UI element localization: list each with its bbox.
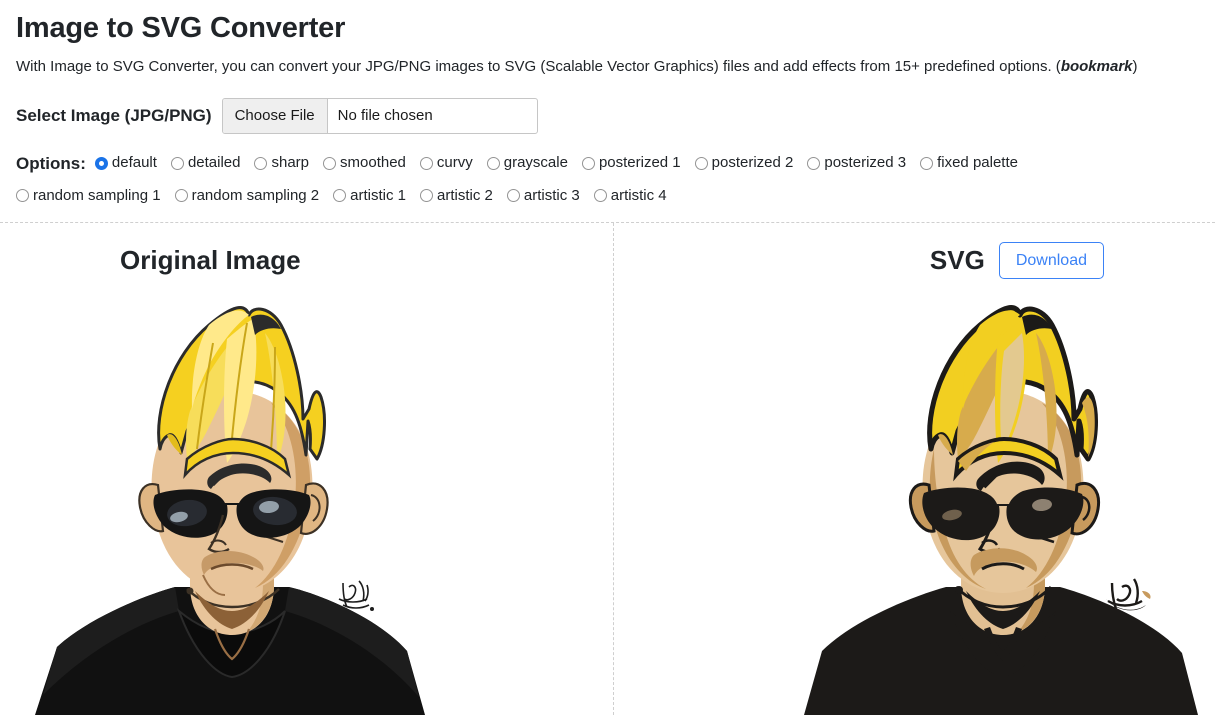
option-label: detailed (187, 154, 241, 172)
radio-icon[interactable] (506, 189, 520, 203)
radio-icon[interactable] (333, 189, 347, 203)
radio-icon[interactable] (420, 189, 434, 203)
comparison-panels: Original Image SVG Download (0, 222, 1215, 715)
option-artistic-4[interactable]: artistic 4 (593, 184, 667, 208)
option-label: smoothed (340, 154, 406, 172)
option-label: posterized 3 (824, 154, 907, 172)
option-label: artistic 2 (437, 186, 493, 204)
download-button[interactable]: Download (998, 242, 1104, 280)
option-label: curvy (436, 154, 473, 172)
option-posterized-1[interactable]: posterized 1 (581, 151, 681, 175)
radio-icon[interactable] (94, 156, 108, 170)
page-description-prefix: With Image to SVG Converter, you can con… (16, 57, 1061, 75)
option-label: posterized 1 (598, 154, 681, 172)
option-sharp[interactable]: sharp (254, 151, 309, 175)
original-image-artwork (27, 298, 433, 715)
option-label: artistic 4 (610, 186, 667, 204)
option-random-sampling-1[interactable]: random sampling 1 (16, 184, 161, 208)
bookmark-link[interactable]: bookmark (1061, 58, 1133, 75)
file-select-label: Select Image (JPG/PNG) (16, 105, 212, 125)
radio-icon[interactable] (593, 189, 607, 203)
options-row-2: random sampling 1 random sampling 2 arti… (16, 184, 1199, 208)
radio-icon[interactable] (486, 156, 500, 170)
page-title: Image to SVG Converter (16, 12, 346, 44)
option-artistic-1[interactable]: artistic 1 (333, 184, 406, 208)
radio-icon[interactable] (170, 156, 184, 170)
radio-icon[interactable] (419, 156, 433, 170)
radio-icon[interactable] (694, 156, 708, 170)
options-label: Options: (16, 153, 86, 173)
option-posterized-3[interactable]: posterized 3 (807, 151, 906, 175)
options-section: Options: default detailed sharp smoothed… (16, 134, 1199, 222)
svg-output-panel: SVG Download (613, 223, 1215, 715)
option-fixed-palette[interactable]: fixed palette (920, 151, 1018, 175)
radio-icon[interactable] (174, 189, 188, 203)
option-label: random sampling 2 (191, 186, 320, 204)
option-label: sharp (271, 154, 310, 172)
option-label: artistic 1 (350, 186, 407, 204)
original-panel-header: Original Image (0, 223, 613, 299)
option-label: fixed palette (937, 154, 1018, 172)
option-label: artistic 3 (523, 186, 580, 204)
original-image-panel: Original Image (0, 223, 613, 715)
radio-icon[interactable] (581, 156, 595, 170)
posterized-portrait-illustration (798, 298, 1204, 715)
original-portrait-illustration (27, 298, 433, 715)
svg-panel-header: SVG Download (613, 223, 1215, 299)
page-description: With Image to SVG Converter, you can con… (16, 46, 1199, 78)
file-input[interactable]: Choose File No file chosen (221, 97, 538, 134)
option-artistic-3[interactable]: artistic 3 (506, 184, 580, 208)
header-section: Image to SVG Converter With Image to SVG… (0, 0, 1215, 222)
options-row-1: Options: default detailed sharp smoothed… (16, 150, 1199, 177)
page-description-suffix: ) (1132, 57, 1138, 75)
option-label: default (111, 154, 157, 172)
option-artistic-2[interactable]: artistic 2 (420, 184, 493, 208)
option-smoothed[interactable]: smoothed (323, 151, 406, 175)
option-default[interactable]: default (94, 151, 157, 175)
option-detailed[interactable]: detailed (170, 151, 241, 175)
option-grayscale[interactable]: grayscale (486, 151, 568, 175)
file-name-status: No file chosen (337, 107, 433, 125)
radio-icon[interactable] (807, 156, 821, 170)
original-image-title: Original Image (120, 245, 301, 276)
option-label: grayscale (503, 154, 568, 172)
svg-output-artwork (798, 298, 1204, 715)
radio-icon[interactable] (254, 156, 268, 170)
option-curvy[interactable]: curvy (419, 151, 473, 175)
option-random-sampling-2[interactable]: random sampling 2 (174, 184, 320, 208)
choose-file-button[interactable]: Choose File (222, 98, 328, 133)
option-label: posterized 2 (711, 154, 794, 172)
option-posterized-2[interactable]: posterized 2 (694, 151, 794, 175)
svg-title: SVG (929, 245, 985, 276)
image-to-svg-converter-page: Image to SVG Converter With Image to SVG… (0, 0, 1215, 717)
option-label: random sampling 1 (33, 186, 161, 204)
file-select-row: Select Image (JPG/PNG) Choose File No fi… (16, 78, 1199, 134)
radio-icon[interactable] (323, 156, 337, 170)
radio-icon[interactable] (920, 156, 934, 170)
radio-icon[interactable] (16, 189, 29, 203)
